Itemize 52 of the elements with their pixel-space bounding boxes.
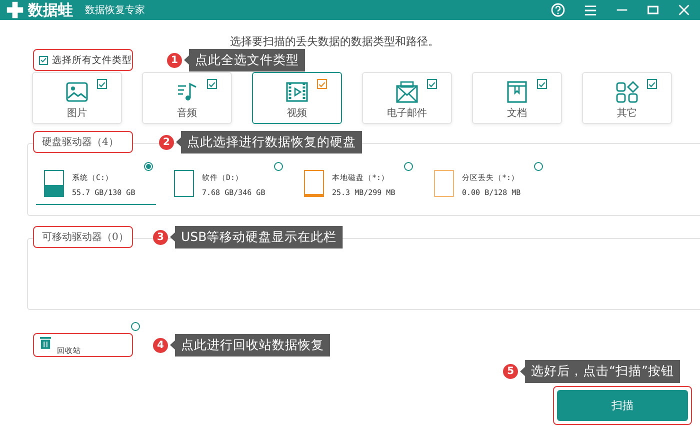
cross-logo-icon (6, 1, 24, 19)
instruction-heading: 选择要扫描的丢失数据的数据类型和路径。 (230, 34, 440, 48)
checkbox[interactable] (427, 79, 437, 89)
app-title: 数据蛙 (28, 0, 73, 20)
app-subtitle: 数据恢复专家 (85, 4, 145, 17)
film-strip-icon (285, 80, 309, 104)
step-number: 3 (153, 230, 168, 244)
file-type-card[interactable]: 视频 (252, 72, 342, 124)
checkbox[interactable] (537, 79, 547, 89)
radio-button[interactable] (404, 162, 413, 171)
select-all-checkbox[interactable]: 选择所有文件类型 (33, 49, 133, 71)
file-type-label: 图片 (67, 106, 87, 120)
bookmark-book-icon (505, 80, 529, 104)
callout-tip: 点此选择进行数据恢复的硬盘 (176, 130, 362, 154)
step-number: 4 (153, 338, 168, 352)
file-type-card[interactable]: 电子邮件 (362, 72, 452, 124)
section-label: 硬盘驱动器（4） (33, 131, 133, 153)
file-type-label: 电子邮件 (387, 106, 427, 120)
envelope-icon (395, 80, 419, 104)
trash-can-icon (40, 336, 51, 349)
checkbox[interactable] (207, 79, 217, 89)
file-type-label: 其它 (617, 106, 637, 120)
picture-frame-icon (65, 80, 89, 104)
shapes-grid-icon (615, 80, 639, 104)
file-type-label: 视频 (287, 106, 307, 120)
callout-tip: 点此进行回收站数据恢复 (170, 334, 330, 356)
radio-button[interactable] (534, 162, 543, 171)
radio-button[interactable] (274, 162, 283, 171)
check-icon (40, 56, 47, 64)
checkbox[interactable] (647, 79, 657, 89)
step-number: 1 (167, 52, 182, 68)
help-icon[interactable] (551, 3, 565, 17)
checkbox[interactable] (317, 79, 327, 89)
file-type-card[interactable]: 文档 (472, 72, 562, 124)
checkbox[interactable] (97, 79, 107, 89)
file-type-card[interactable]: 其它 (582, 72, 672, 124)
radio-button[interactable] (144, 162, 153, 171)
maximize-icon[interactable] (647, 4, 659, 16)
file-type-label: 音频 (177, 106, 197, 120)
scan-button[interactable]: 扫描 (557, 390, 688, 421)
step-number: 2 (159, 134, 174, 150)
menu-icon[interactable] (584, 4, 597, 16)
section-label: 可移动驱动器（0） (33, 226, 133, 248)
callout-tip: 点此全选文件类型 (184, 48, 305, 72)
close-icon[interactable] (678, 4, 690, 16)
file-type-label: 文档 (507, 106, 527, 120)
callout-tip: USB等移动硬盘显示在此栏 (170, 226, 343, 248)
step-number: 5 (503, 364, 518, 379)
callout-tip: 选好后，点击“扫描”按钮 (520, 360, 680, 383)
file-type-card[interactable]: 图片 (32, 72, 122, 124)
radio-button[interactable] (131, 322, 140, 331)
file-type-card[interactable]: 音频 (142, 72, 232, 124)
